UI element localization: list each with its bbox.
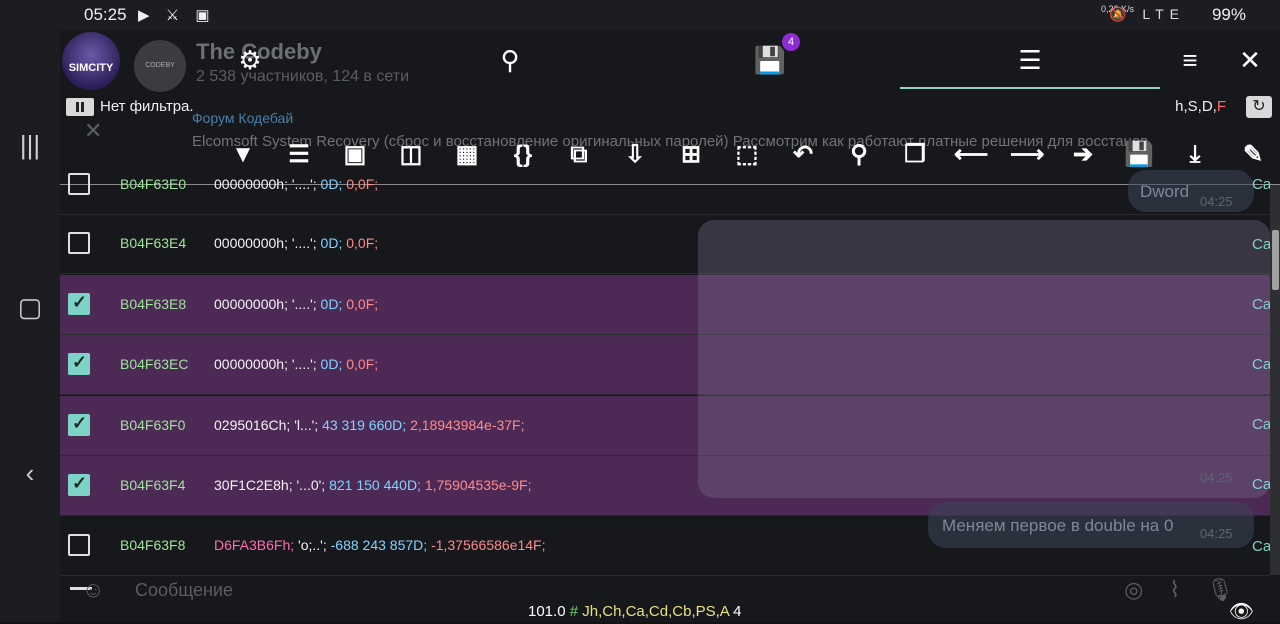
screenshot-preview-overlay — [698, 220, 1270, 498]
row-address[interactable]: B04F63E8 — [120, 296, 186, 312]
row-string: 'o;..'; — [298, 537, 327, 553]
message-input[interactable]: Сообщение — [135, 580, 233, 601]
row-checkbox[interactable] — [68, 292, 90, 315]
row-dword: 43 319 660D; — [322, 417, 407, 433]
side-label: Ca — [1252, 176, 1272, 193]
system-status-bar: 05:25 ▶ ⚔ ▣ 0,22 K/s 🔕 LTE 99% — [0, 0, 1280, 30]
close-icon[interactable]: ✕ — [1230, 40, 1270, 80]
message-text: Меняем первое в double на 0 — [942, 516, 1174, 535]
row-dword: -688 243 857D; — [330, 537, 428, 553]
side-label: Ca — [1252, 416, 1272, 433]
row-checkbox[interactable] — [68, 173, 90, 195]
side-label: Ca — [1252, 296, 1272, 313]
eye-icon[interactable]: 👁 — [1229, 599, 1254, 624]
side-label: Ca — [1252, 538, 1272, 555]
battery-level: 99% — [1211, 5, 1246, 24]
status-types: Jh,Ch,Ca,Cd,Cb,PS,A — [582, 603, 729, 620]
refresh-button[interactable]: ↻ — [1246, 96, 1272, 118]
row-checkbox[interactable] — [68, 473, 90, 496]
row-string: '...0'; — [296, 477, 326, 493]
side-label: Ca — [1252, 356, 1272, 373]
row-dword: 0D; — [320, 235, 343, 251]
row-dword: 821 150 440D; — [329, 477, 421, 493]
row-string: '....'; — [291, 176, 317, 192]
side-label: Ca — [1252, 476, 1272, 493]
row-hex: 00000000h; — [214, 356, 288, 372]
filter-bar: Нет фильтра. h,S,D,F ↻ — [60, 94, 1280, 122]
scroll-thumb[interactable] — [1272, 230, 1279, 290]
row-values[interactable]: D6FA3B6Fh; 'o;..'; -688 243 857D; -1,375… — [214, 537, 546, 553]
filter-status: Нет фильтра. — [100, 98, 194, 115]
active-tab-indicator — [900, 87, 1160, 89]
row-float: 0,0F; — [346, 176, 379, 192]
emoji-icon[interactable]: ☺ — [82, 577, 104, 603]
table-row[interactable]: B04F63E0 00000000h; '....'; 0D; 0,0F; — [60, 155, 1270, 215]
row-values[interactable]: 00000000h; '....'; 0D; 0,0F; — [214, 296, 378, 312]
message-bubble-change[interactable]: Меняем первое в double на 0 04:25 — [928, 502, 1254, 548]
home-icon[interactable]: ▢ — [14, 292, 46, 323]
status-hash: # — [569, 603, 579, 620]
row-dword: 0D; — [320, 176, 343, 192]
recent-apps-icon[interactable]: ||| — [14, 130, 46, 161]
row-float: 1,75904535e-9F; — [424, 477, 532, 493]
row-string: '....'; — [291, 356, 317, 372]
message-bubble-dword[interactable]: Dword 04:25 — [1128, 170, 1254, 212]
message-text: Dword — [1140, 182, 1190, 201]
row-string: '....'; — [291, 296, 317, 312]
row-values[interactable]: 00000000h; '....'; 0D; 0,0F; — [214, 356, 378, 372]
row-values[interactable]: 0295016Ch; 'l...'; 43 319 660D; 2,189439… — [214, 417, 525, 433]
android-nav-bar: ||| ▢ ‹ — [0, 30, 60, 622]
row-values[interactable]: 00000000h; '....'; 0D; 0,0F; — [214, 235, 378, 251]
types-float: F — [1216, 98, 1226, 115]
row-float: 0,0F; — [346, 296, 379, 312]
row-float: 0,0F; — [346, 356, 379, 372]
row-address[interactable]: B04F63F4 — [120, 477, 185, 493]
row-address[interactable]: B04F63EC — [120, 356, 188, 372]
side-label: Ca — [1252, 236, 1272, 253]
row-string: '....'; — [291, 235, 317, 251]
row-checkbox[interactable] — [68, 534, 90, 556]
row-hex: D6FA3B6Fh; — [214, 537, 295, 553]
back-icon[interactable]: ‹ — [14, 458, 46, 489]
row-hex: 00000000h; — [214, 296, 288, 312]
row-hex: 00000000h; — [214, 235, 288, 251]
message-time: 04:25 — [1200, 194, 1233, 209]
results-list-icon[interactable]: ☰ — [1010, 40, 1050, 80]
clock: 05:25 — [84, 5, 127, 24]
status-value: 101.0 — [528, 603, 566, 620]
settings-sliders-icon[interactable]: ⚙ — [230, 40, 270, 80]
row-hex: 30F1C2E8h; — [214, 477, 293, 493]
row-float: 2,18943984e-37F; — [410, 417, 525, 433]
row-values[interactable]: 00000000h; '....'; 0D; 0,0F; — [214, 176, 378, 192]
row-dword: 0D; — [320, 356, 343, 372]
row-checkbox[interactable] — [68, 232, 90, 254]
row-dword: 0D; — [320, 296, 343, 312]
row-address[interactable]: B04F63E4 — [120, 235, 186, 251]
search-icon[interactable]: ⚲ — [490, 40, 530, 80]
pause-button[interactable] — [66, 98, 94, 116]
saved-count-badge: 4 — [782, 33, 800, 51]
value-types: h,S,D,F — [1175, 98, 1226, 115]
types-prefix: h,S,D, — [1175, 98, 1217, 115]
row-address[interactable]: B04F63F0 — [120, 417, 185, 433]
row-checkbox[interactable] — [68, 413, 90, 436]
row-values[interactable]: 30F1C2E8h; '...0'; 821 150 440D; 1,75904… — [214, 477, 531, 493]
gg-top-bar: ⚙ ⚲ 💾 ☰ ≡ ✕ — [60, 30, 1280, 92]
row-address[interactable]: B04F63E0 — [120, 176, 186, 192]
notification-icons: ▶ ⚔ ▣ — [138, 7, 216, 24]
row-float: 0,0F; — [346, 235, 379, 251]
row-float: -1,37566586e14F; — [431, 537, 546, 553]
row-checkbox[interactable] — [68, 352, 90, 375]
row-string: 'l...'; — [294, 417, 319, 433]
message-time: 04:25 — [1200, 526, 1233, 541]
overlay-time: 04:25 — [1200, 470, 1233, 485]
menu-icon[interactable]: ≡ — [1170, 40, 1210, 80]
bottom-bar: ☺ Сообщение ◎⌇🎙 101.0 # Jh,Ch,Ca,Cd,Cb,P… — [60, 575, 1280, 624]
row-hex: 00000000h; — [214, 176, 288, 192]
row-hex: 0295016Ch; — [214, 417, 291, 433]
gg-status-line: 101.0 # Jh,Ch,Ca,Cd,Cb,PS,A 4 — [528, 603, 741, 620]
signal-icons: 🔕 LTE — [1109, 6, 1185, 22]
status-count: 4 — [733, 603, 742, 620]
row-address[interactable]: B04F63F8 — [120, 537, 185, 553]
